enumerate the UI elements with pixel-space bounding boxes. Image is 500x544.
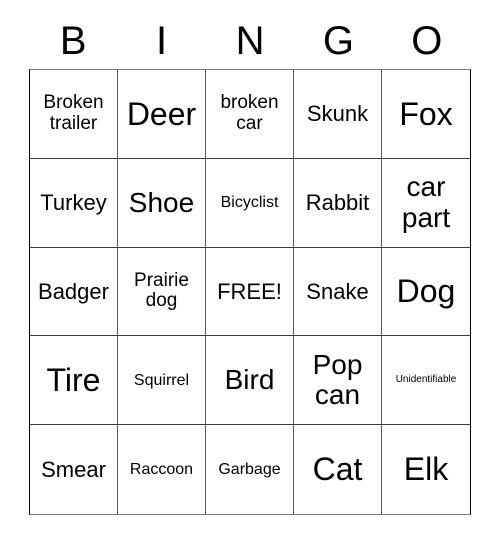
bingo-cell[interactable]: broken car (206, 70, 294, 159)
bingo-cell-label: Unidentifiable (395, 373, 457, 385)
bingo-cell[interactable]: Bicyclist (206, 158, 294, 248)
bingo-header-letter-g: G (322, 19, 354, 63)
bingo-cell[interactable]: Snake (294, 247, 382, 337)
bingo-header-row: B I N G O (29, 14, 471, 68)
bingo-header-letter-i: I (156, 19, 168, 63)
bingo-cell-label: Raccoon (129, 460, 194, 478)
bingo-cell-label: Badger (38, 278, 109, 304)
bingo-cell-label: Tire (46, 362, 101, 399)
bingo-cell-label: Elk (403, 451, 449, 488)
bingo-cell[interactable]: Deer (118, 70, 206, 159)
bingo-cell-label: Broken trailer (43, 92, 104, 134)
bingo-cell[interactable]: Bird (206, 336, 294, 426)
bingo-cell-label: Garbage (218, 460, 281, 478)
bingo-cell[interactable]: Cat (294, 425, 382, 514)
bingo-cell-label: Squirrel (133, 371, 190, 389)
bingo-cell[interactable]: Squirrel (118, 336, 206, 426)
bingo-cell-label: Fox (399, 95, 453, 132)
bingo-cell[interactable]: Raccoon (118, 425, 206, 514)
bingo-cell[interactable]: Smear (30, 425, 118, 514)
bingo-cell[interactable]: Skunk (294, 70, 382, 159)
bingo-cell-label: FREE! (217, 278, 282, 304)
bingo-cell[interactable]: Dog (382, 247, 470, 337)
bingo-cell[interactable]: Unidentifiable (382, 336, 470, 426)
bingo-cell[interactable]: car part (382, 158, 470, 248)
bingo-cell[interactable]: Fox (382, 70, 470, 159)
bingo-cell-label: Shoe (128, 186, 195, 218)
bingo-cell-label: Prairie dog (134, 269, 189, 312)
bingo-cell-label: Cat (312, 451, 363, 488)
bingo-cell[interactable]: Rabbit (294, 158, 382, 248)
bingo-header-letter-o: O (411, 19, 443, 63)
bingo-card: B I N G O Broken trailer Deer broken car… (0, 0, 500, 544)
bingo-cell-label: Skunk (306, 101, 369, 127)
bingo-cell[interactable]: Garbage (206, 425, 294, 514)
bingo-cell-label: Snake (306, 278, 369, 304)
bingo-cell-label: Bird (224, 364, 275, 396)
bingo-cell-label: Deer (126, 95, 197, 132)
bingo-cell[interactable]: Prairie dog (118, 247, 206, 337)
bingo-cell-label: Rabbit (305, 189, 370, 215)
bingo-cell-label: Turkey (40, 189, 107, 215)
bingo-cell[interactable]: Shoe (118, 158, 206, 248)
bingo-cell-label: Pop can (312, 349, 363, 411)
bingo-cell-label: Smear (41, 456, 106, 482)
bingo-header-letter-n: N (235, 19, 265, 63)
bingo-cell[interactable]: Tire (30, 336, 118, 426)
bingo-cell[interactable]: Badger (30, 247, 118, 337)
bingo-cell-label: Bicyclist (220, 194, 279, 212)
bingo-cell-label: broken car (220, 92, 279, 134)
bingo-header-letter-b: B (59, 19, 87, 63)
bingo-cell[interactable]: Broken trailer (30, 70, 118, 159)
bingo-cell[interactable]: Turkey (30, 158, 118, 248)
bingo-cell[interactable]: Pop can (294, 336, 382, 426)
bingo-cell[interactable]: Elk (382, 425, 470, 514)
bingo-cell-label: car part (401, 171, 451, 233)
bingo-cell-label: Dog (396, 273, 456, 310)
bingo-cell-free[interactable]: FREE! (206, 247, 294, 337)
bingo-grid: Broken trailer Deer broken car Skunk Fox… (29, 69, 471, 515)
